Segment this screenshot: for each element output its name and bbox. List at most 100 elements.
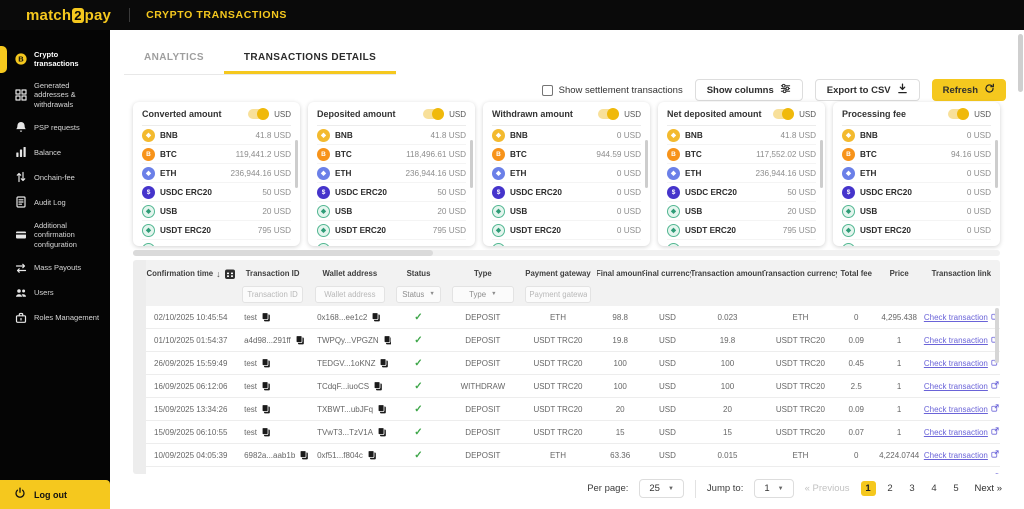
sidebar-item-balance[interactable]: Balance [0,140,110,165]
final-currency-cell: USD [658,335,676,345]
sidebar-item-mass-payouts[interactable]: Mass Payouts [0,255,110,280]
page-number-4[interactable]: 4 [927,481,942,496]
column-header: Payment gateway [525,269,591,278]
page-number-1[interactable]: 1 [860,481,876,496]
currency-toggle[interactable] [248,108,270,120]
coin-name: USDT TRC20 [685,245,736,247]
external-link-icon [991,473,999,474]
status-filter-select[interactable]: Status ▼ [395,285,442,303]
show-columns-button[interactable]: Show columns [694,79,803,101]
card-scrollbar[interactable] [995,140,998,188]
currency-toggle[interactable] [773,108,795,120]
copy-wallet-address-button[interactable] [377,404,387,414]
type-filter-select[interactable]: Type ▼ [452,285,514,303]
check-transaction-link[interactable]: Check transaction [924,358,999,368]
coin-name: ETH [160,168,177,178]
card-scrollbar[interactable] [295,140,298,188]
check-transaction-link[interactable]: Check transaction [924,312,999,322]
jump-to-select[interactable]: 1 ▼ [754,479,794,498]
export-csv-button[interactable]: Export to CSV [814,79,920,101]
wallet-address-filter-input[interactable] [319,289,381,299]
coin-row: B BTC 94.16 USD [842,145,991,164]
check-transaction-link[interactable]: Check transaction [924,473,999,474]
coin-name: USDT ERC20 [510,225,561,235]
page-number-5[interactable]: 5 [949,481,964,496]
card-scrollbar[interactable] [470,140,473,188]
currency-toggle[interactable] [423,108,445,120]
check-transaction-link[interactable]: Check transaction [924,335,999,345]
copy-wallet-address-button[interactable] [379,358,389,368]
coin-name: USB [860,206,878,216]
check-transaction-link[interactable]: Check transaction [924,427,999,437]
column-header[interactable]: Confirmation time ↓ [146,265,236,282]
table-row: 15/09/2025 06:10:55 test TVwT3...TzV1A ✓ DEP… [146,421,1000,444]
coin-name: USDC ERC20 [860,187,912,197]
page-number-2[interactable]: 2 [883,481,898,496]
power-icon [14,486,26,504]
settlement-checkbox[interactable] [541,84,553,96]
sidebar-item-onchain-fee[interactable]: Onchain-fee [0,165,110,190]
sidebar-item-crypto-transactions[interactable]: B Crypto transactions [0,44,110,75]
transaction-currency-cell: USDT TRC20 [775,404,825,414]
table-row: 10/09/2025 03:47:38cfc56...265e0THFoV...… [146,467,1000,474]
sidebar-item-users[interactable]: Users [0,280,110,305]
external-link-icon [991,427,999,437]
tab-transactions-details[interactable]: TRANSACTIONS DETAILS [223,45,397,74]
settlement-checkbox-wrap[interactable]: Show settlement transactions [541,84,683,96]
copy-transaction-id-button[interactable] [296,473,306,474]
coin-row: ◆ ETH 0 USD [492,164,641,183]
copy-wallet-address-button[interactable] [383,335,391,345]
copy-transaction-id-button[interactable] [295,335,305,345]
sort-descending-icon[interactable]: ↓ [216,269,221,279]
logout-button[interactable]: Log out [0,480,110,509]
sidebar-item-roles-management[interactable]: Roles Management [0,305,110,330]
copy-wallet-address-button[interactable] [377,427,387,437]
cards-horizontal-scrollbar[interactable] [133,250,1000,256]
final-currency-cell: USD [658,427,676,437]
tab-analytics[interactable]: ANALYTICS [124,45,224,74]
sidebar-item-audit-log[interactable]: Audit Log [0,190,110,215]
card-scrollbar[interactable] [820,140,823,188]
copy-transaction-id-button[interactable] [299,450,309,460]
calendar-icon[interactable] [224,268,236,280]
transaction-id-cell: cfc56...265e0 [236,473,309,474]
copy-transaction-id-button[interactable] [261,358,271,368]
coin-row: ◆ USDT ERC20 795 USD [667,221,816,240]
check-transaction-link[interactable]: Check transaction [924,404,999,414]
sidebar-item-additional-confirmation-configuration[interactable]: Additional confirmation configuration [0,215,110,255]
transaction-currency-cell: ETH [792,312,809,322]
coin-name: USB [335,206,353,216]
onchain-fee-icon [14,171,27,184]
sidebar-item-psp-requests[interactable]: PSP requests [0,115,110,140]
table-row: 26/09/2025 15:59:49 test TEDGV...1oKNZ ✓ DEP… [146,352,1000,375]
transaction-amount-cell: 19.8 [691,474,764,475]
copy-transaction-id-button[interactable] [261,427,271,437]
chevron-down-icon: ▼ [491,291,497,297]
copy-wallet-address-button[interactable] [378,473,388,474]
sidebar-item-generated-addresses-withdrawals[interactable]: Generated addresses & withdrawals [0,75,110,115]
previous-page-button[interactable]: « Previous [805,483,850,494]
scrollbar-thumb[interactable] [133,250,433,256]
refresh-button[interactable]: Refresh [931,79,1006,101]
currency-toggle[interactable] [948,108,970,120]
payment-gateway-filter-input[interactable] [529,289,587,299]
coin-name: USDT ERC20 [685,225,736,235]
currency-toggle[interactable] [598,108,620,120]
coin-row: ◆ USB 0 USD [492,202,641,221]
check-transaction-link[interactable]: Check transaction [924,381,999,391]
per-page-select[interactable]: 25 ▼ [639,479,684,498]
card-scrollbar[interactable] [645,140,648,188]
page-scrollbar[interactable] [1018,34,1023,92]
table-vertical-scrollbar[interactable] [995,308,999,363]
copy-transaction-id-button[interactable] [261,312,271,322]
copy-transaction-id-button[interactable] [261,381,271,391]
copy-wallet-address-button[interactable] [367,450,377,460]
next-page-button[interactable]: Next » [975,483,1002,494]
page-number-3[interactable]: 3 [905,481,920,496]
check-transaction-link[interactable]: Check transaction [924,450,999,460]
copy-wallet-address-button[interactable] [373,381,383,391]
transaction-id-filter-input[interactable] [245,289,300,299]
column-header: Total fee [840,269,872,278]
copy-wallet-address-button[interactable] [371,312,381,322]
copy-transaction-id-button[interactable] [261,404,271,414]
